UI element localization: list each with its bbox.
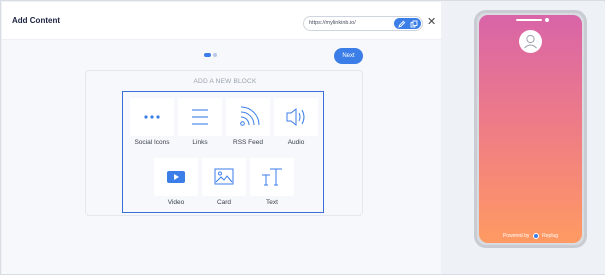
phone-screen: Powered by Replug [479,15,582,243]
block-text[interactable] [250,158,294,196]
add-block-card: ADD A NEW BLOCK Social Icons Links RSS F… [85,70,363,216]
page-title: Add Content [12,16,60,25]
block-video[interactable] [154,158,198,196]
block-audio[interactable] [274,98,318,136]
copy-icon[interactable] [410,20,418,28]
speaker-icon [286,107,305,127]
block-rss-feed[interactable] [226,98,270,136]
block-label: Text [266,199,278,206]
powered-by: Powered by Replug [479,233,582,239]
editor-panel: Add Content https://mylinkinb.io/ ✕ Next… [2,2,441,274]
block-label: Audio [287,139,305,146]
block-links[interactable] [178,98,222,136]
url-text: https://mylinkinb.io/ [309,20,356,26]
list-lines-icon [192,109,208,125]
block-card[interactable] [202,158,246,196]
text-icon [262,168,282,186]
replug-logo-icon [532,233,539,239]
image-icon [214,168,234,185]
avatar [519,30,542,53]
block-social-icons[interactable] [130,98,174,136]
powered-brand: Replug [542,233,559,239]
rss-icon [240,106,260,126]
play-icon [167,171,185,183]
step-dot-active [204,53,211,57]
step-dot [213,53,217,57]
close-icon[interactable]: ✕ [427,16,436,28]
app-frame: Add Content https://mylinkinb.io/ ✕ Next… [0,0,605,275]
phone-preview: Powered by Replug [474,10,587,248]
powered-prefix: Powered by [502,233,530,239]
add-block-heading: ADD A NEW BLOCK [193,78,257,85]
url-actions [394,18,421,29]
block-grid: Social Icons Links RSS Feed Audio Video … [122,91,324,213]
url-field[interactable]: https://mylinkinb.io/ [303,16,423,31]
user-avatar-icon [524,34,537,49]
phone-camera [545,18,549,22]
preview-panel: Powered by Replug [442,2,605,274]
phone-speaker [516,19,542,21]
next-button[interactable]: Next [334,48,363,64]
pencil-icon[interactable] [398,20,406,28]
editor-header: Add Content https://mylinkinb.io/ ✕ [2,2,441,40]
ellipsis-icon [144,115,160,119]
